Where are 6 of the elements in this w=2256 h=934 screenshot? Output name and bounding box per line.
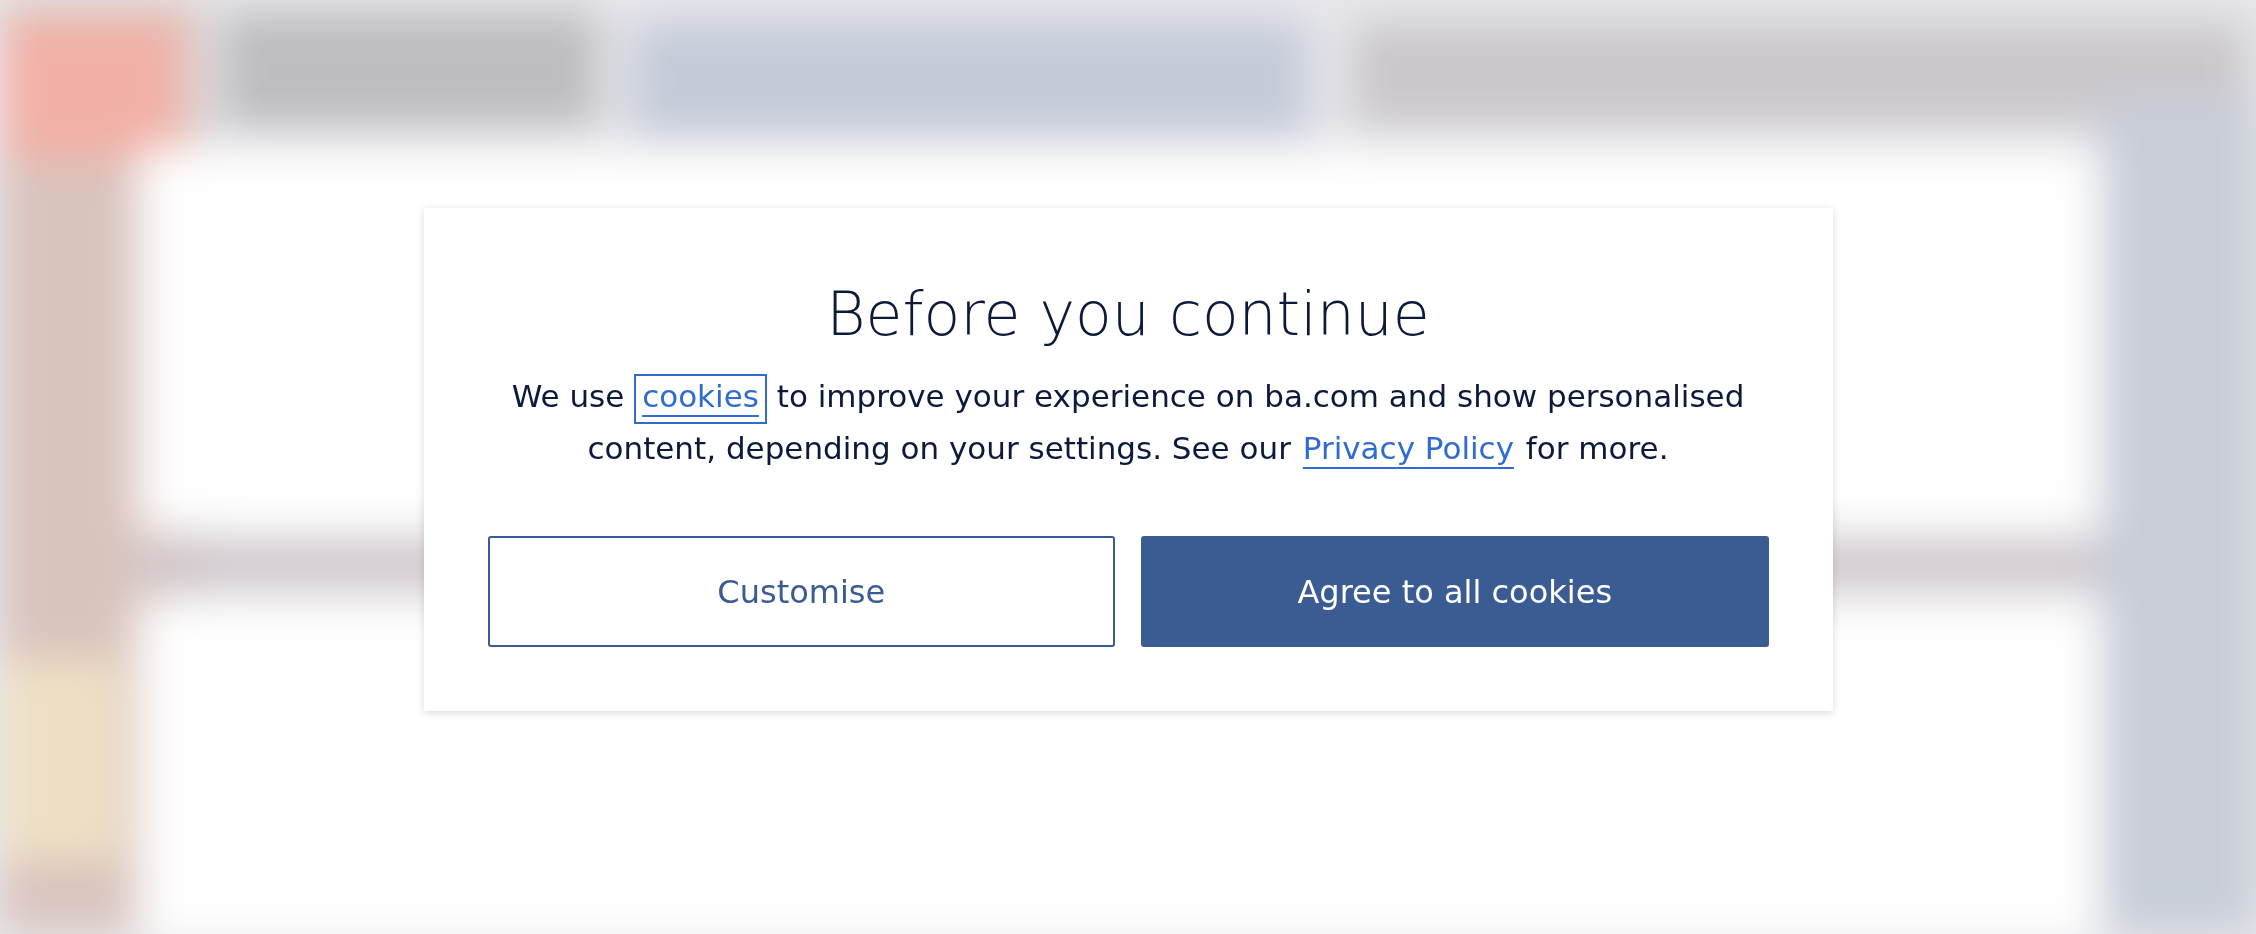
cookie-message: We use cookies to improve your experience on ba.com and show personalised content, depending on your settings. See our Privacy Policy for more. [508,372,1748,476]
dialog-title: Before you continue [826,278,1430,351]
customise-button[interactable]: Customise [487,536,1115,647]
link[interactable]: cookies [634,374,767,424]
agree-button[interactable]: Agree to all cookies [1141,536,1769,647]
link[interactable]: Privacy Policy [1300,426,1516,476]
